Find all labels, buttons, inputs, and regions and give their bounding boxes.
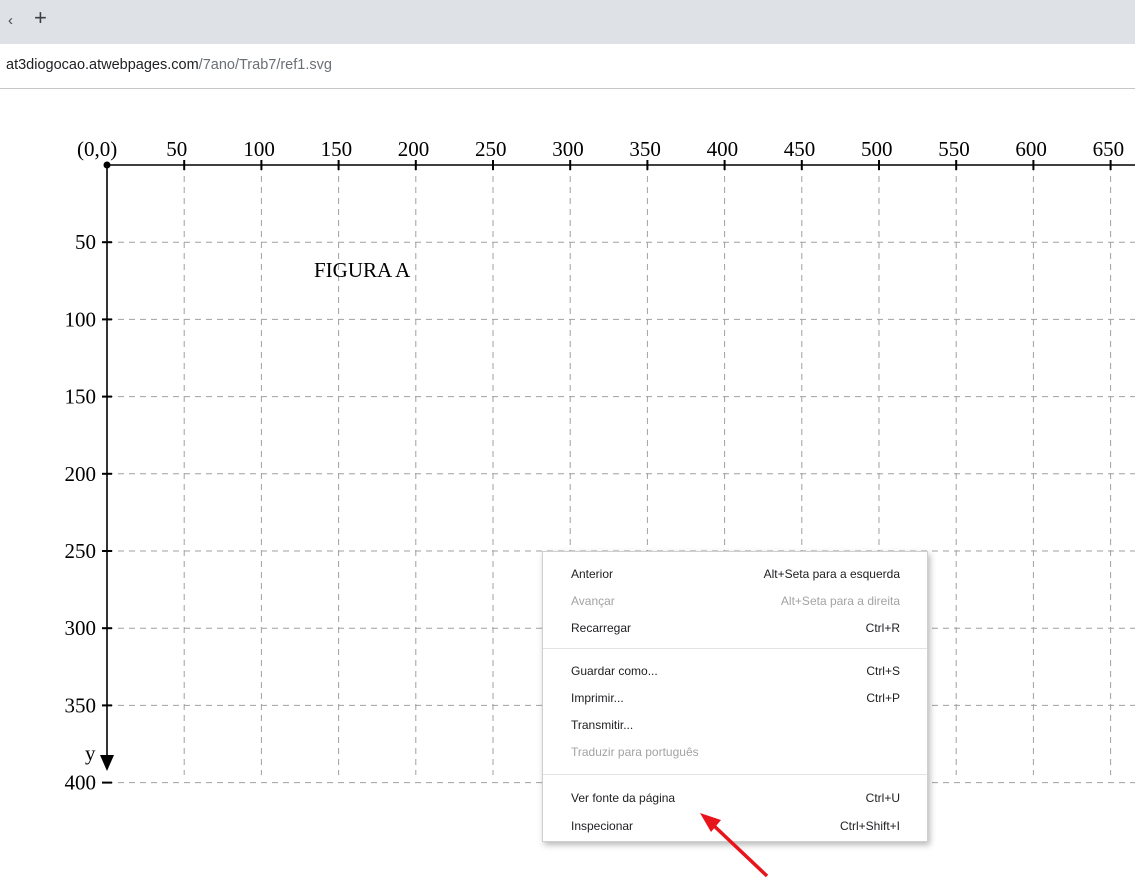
menu-item-shortcut: Ctrl+S bbox=[866, 664, 900, 678]
x-tick-label: (0,0) bbox=[77, 137, 117, 161]
y-tick-label: 400 bbox=[65, 771, 97, 795]
menu-item-label: Anterior bbox=[571, 567, 614, 581]
url-path: /7ano/Trab7/ref1.svg bbox=[198, 57, 332, 73]
menu-item-guardar-como[interactable]: Guardar como... Ctrl+S bbox=[543, 659, 927, 683]
y-tick-label: 150 bbox=[65, 385, 97, 409]
x-tick-label: 600 bbox=[1015, 137, 1047, 161]
tab-scroll-left-icon[interactable]: ‹ bbox=[8, 12, 13, 29]
menu-item-shortcut: Ctrl+P bbox=[866, 691, 900, 705]
menu-item-label: Traduzir para português bbox=[571, 745, 699, 759]
x-tick-label: 200 bbox=[398, 137, 430, 161]
y-tick-label: 200 bbox=[65, 462, 97, 486]
context-menu: Anterior Alt+Seta para a esquerda Avança… bbox=[542, 551, 928, 842]
menu-item-shortcut: Alt+Seta para a esquerda bbox=[763, 567, 900, 581]
menu-item-anterior[interactable]: Anterior Alt+Seta para a esquerda bbox=[543, 562, 927, 586]
x-tick-label: 650 bbox=[1093, 137, 1125, 161]
y-tick-label: 100 bbox=[65, 307, 97, 331]
new-tab-button[interactable]: + bbox=[34, 5, 47, 31]
menu-item-shortcut: Ctrl+U bbox=[865, 791, 900, 805]
address-bar[interactable]: at3diogocao.atwebpages.com/7ano/Trab7/re… bbox=[0, 44, 1135, 89]
x-tick-label: 300 bbox=[552, 137, 584, 161]
menu-item-shortcut: Alt+Seta para a direita bbox=[780, 594, 900, 608]
y-axis-arrow-icon bbox=[100, 755, 114, 771]
menu-item-label: Transmitir... bbox=[571, 718, 634, 732]
y-tick-label: 250 bbox=[65, 539, 97, 563]
x-tick-label: 400 bbox=[707, 137, 739, 161]
menu-item-recarregar[interactable]: Recarregar Ctrl+R bbox=[543, 616, 927, 640]
x-tick-label: 550 bbox=[938, 137, 970, 161]
menu-separator bbox=[543, 648, 927, 649]
menu-item-traduzir[interactable]: Traduzir para português bbox=[543, 740, 927, 764]
url-text[interactable]: at3diogocao.atwebpages.com/7ano/Trab7/re… bbox=[6, 57, 332, 73]
menu-item-label: Recarregar bbox=[571, 621, 632, 635]
menu-item-label: Guardar como... bbox=[571, 664, 658, 678]
menu-item-label: Imprimir... bbox=[571, 691, 624, 705]
menu-item-avancar[interactable]: Avançar Alt+Seta para a direita bbox=[543, 589, 927, 613]
x-tick-label: 100 bbox=[243, 137, 275, 161]
menu-item-label: Inspecionar bbox=[571, 819, 634, 833]
x-tick-label: 250 bbox=[475, 137, 507, 161]
tab-strip: ‹ + bbox=[0, 0, 1135, 44]
menu-item-label: Ver fonte da página bbox=[571, 791, 676, 805]
menu-item-shortcut: Ctrl+Shift+I bbox=[839, 819, 900, 833]
menu-separator bbox=[543, 774, 927, 775]
menu-item-label: Avançar bbox=[571, 594, 615, 608]
url-host: at3diogocao.atwebpages.com bbox=[6, 57, 199, 73]
x-tick-label: 450 bbox=[784, 137, 816, 161]
figure-label: FIGURA A bbox=[314, 258, 411, 282]
origin-point bbox=[103, 161, 111, 169]
y-tick-label: 300 bbox=[65, 616, 97, 640]
menu-item-inspecionar[interactable]: Inspecionar Ctrl+Shift+I bbox=[543, 814, 927, 838]
y-tick-label: 50 bbox=[75, 230, 96, 254]
menu-item-transmitir[interactable]: Transmitir... bbox=[543, 713, 927, 737]
y-ticks: 50 100 150 200 250 300 350 400 bbox=[65, 230, 112, 795]
menu-item-shortcut: Ctrl+R bbox=[865, 621, 900, 635]
menu-item-imprimir[interactable]: Imprimir... Ctrl+P bbox=[543, 686, 927, 710]
y-tick-label: 350 bbox=[65, 693, 97, 717]
y-axis-label: y bbox=[85, 741, 96, 765]
x-tick-label: 50 bbox=[166, 137, 187, 161]
x-tick-label: 500 bbox=[861, 137, 893, 161]
x-tick-label: 350 bbox=[629, 137, 661, 161]
menu-item-ver-fonte[interactable]: Ver fonte da página Ctrl+U bbox=[543, 786, 927, 810]
x-tick-label: 150 bbox=[321, 137, 353, 161]
